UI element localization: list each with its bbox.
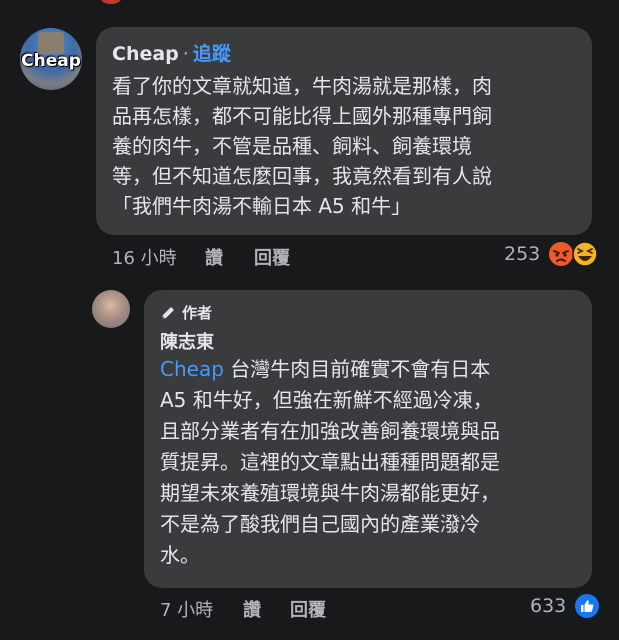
reaction-icon-partial	[98, 0, 124, 4]
reply-line: 水。	[160, 543, 200, 567]
separator-dot: ·	[182, 43, 189, 65]
comment-line: 品再怎樣，都不可能比得上國外那種專門飼	[112, 104, 492, 128]
reply-button[interactable]: 回覆	[254, 244, 290, 270]
follow-link[interactable]: 追蹤	[193, 43, 231, 65]
comment-timestamp[interactable]: 16 小時	[112, 244, 177, 270]
author-badge-label: 作者	[182, 304, 213, 322]
haha-emoji-icon[interactable]	[572, 241, 598, 267]
like-button[interactable]: 讚	[243, 596, 261, 622]
like-button[interactable]: 讚	[205, 244, 223, 270]
reply-line: A5 和牛好，但強在新鮮不經過冷凍，	[160, 388, 493, 412]
comment-line: 「我們牛肉湯不輸日本 A5 和牛」	[112, 194, 412, 218]
reply-line: Cheap 台灣牛肉目前確實不會有日本	[160, 357, 491, 381]
reply-timestamp[interactable]: 7 小時	[160, 596, 213, 622]
reply-text: Cheap 台灣牛肉目前確實不會有日本 A5 和牛好，但強在新鮮不經過冷凍， 且…	[160, 354, 500, 571]
reply-button[interactable]: 回覆	[290, 596, 326, 622]
angry-emoji-icon[interactable]	[548, 241, 574, 267]
avatar[interactable]	[92, 290, 130, 328]
reply-line: 不是為了酸我們自己國內的產業潑冷	[160, 512, 480, 536]
reply-bubble: 作者 陳志東 Cheap 台灣牛肉目前確實不會有日本 A5 和牛好，但強在新鮮不…	[144, 290, 592, 588]
author-badge: 作者	[160, 302, 212, 323]
like-emoji-icon[interactable]	[574, 593, 600, 619]
comment-author-name[interactable]: Cheap	[112, 43, 179, 65]
comment-author-row: Cheap · 追蹤	[112, 39, 231, 66]
comment-line: 看了你的文章就知道，牛肉湯就是那樣，肉	[112, 74, 492, 98]
avatar[interactable]: Cheap	[20, 28, 82, 90]
reaction-count[interactable]: 633	[530, 595, 566, 617]
comment-text: 看了你的文章就知道，牛肉湯就是那樣，肉 品再怎樣，都不可能比得上國外那種專門飼 …	[112, 71, 492, 221]
reply-author-name[interactable]: 陳志東	[160, 328, 214, 354]
pen-icon	[161, 306, 174, 319]
reply-line: 且部分業者有在加強改善飼養環境與品	[160, 419, 500, 443]
reply-line: 期望未來養殖環境與牛肉湯都能更好，	[160, 481, 500, 505]
mention-tag[interactable]: Cheap	[160, 357, 224, 381]
comment-line: 養的肉牛，不管是品種、飼料、飼養環境	[112, 134, 472, 158]
avatar-text: Cheap	[21, 51, 81, 71]
reaction-count[interactable]: 253	[504, 243, 540, 265]
reply-line: 質提昇。這裡的文章點出種種問題都是	[160, 450, 500, 474]
comment-line: 等，但不知道怎麼回事，我竟然看到有人說	[112, 164, 492, 188]
comment-bubble: Cheap · 追蹤 看了你的文章就知道，牛肉湯就是那樣，肉 品再怎樣，都不可能比得…	[96, 27, 592, 235]
